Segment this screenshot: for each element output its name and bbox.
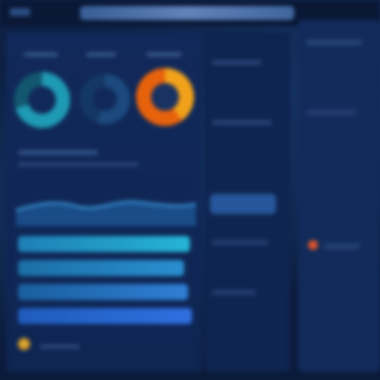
donut-navy[interactable] (80, 74, 130, 124)
progress-1 (18, 236, 190, 252)
donut-teal[interactable] (14, 72, 70, 128)
footer-label (40, 344, 80, 349)
widget-label (146, 52, 182, 57)
right-label (324, 244, 360, 249)
donut-orange[interactable] (136, 68, 194, 126)
mid-label (212, 290, 256, 295)
area-chart (16, 200, 196, 226)
widget-label (24, 52, 58, 57)
menu-icon[interactable] (10, 8, 30, 16)
indicator-dot-icon (18, 338, 30, 350)
highlight-chip[interactable] (210, 194, 276, 214)
right-label (306, 40, 362, 45)
right-label (306, 110, 356, 115)
dashboard (0, 0, 380, 380)
section-label (18, 162, 138, 167)
progress-3 (18, 284, 188, 300)
mid-label (212, 240, 268, 245)
page-title-bar (80, 6, 294, 20)
alert-dot-icon (308, 240, 318, 250)
widget-label (86, 52, 116, 57)
mid-label (212, 60, 262, 65)
section-label (18, 150, 98, 155)
progress-4 (18, 308, 192, 324)
mid-label (212, 120, 272, 125)
right-panel (298, 20, 380, 372)
progress-2 (18, 260, 184, 276)
